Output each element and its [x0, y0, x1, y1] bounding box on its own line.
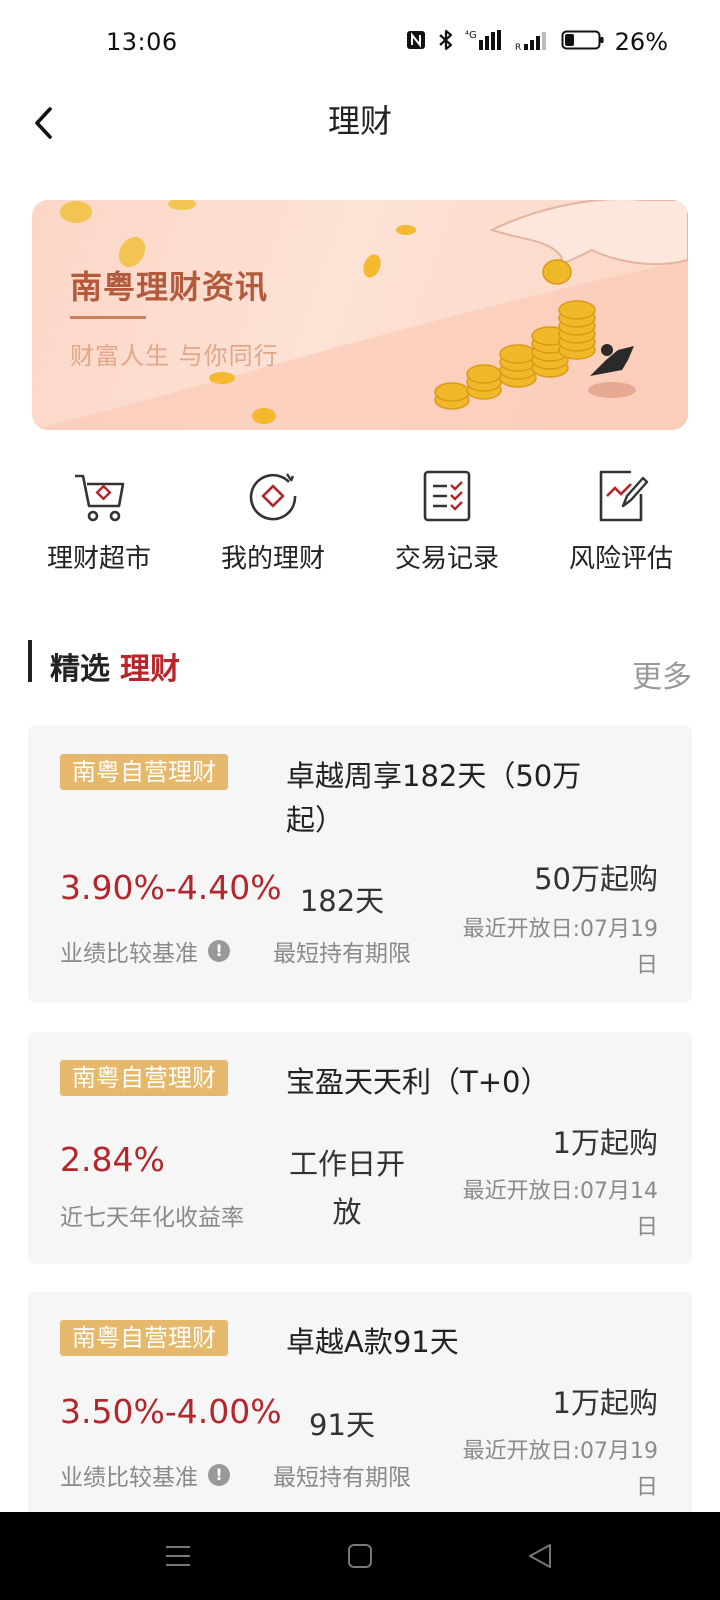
product-tag: 南粤自营理财: [60, 1320, 228, 1356]
section-marker: [28, 640, 32, 682]
bluetooth-icon: [437, 28, 455, 56]
svg-text:⁴G: ⁴G: [465, 30, 477, 41]
product-rate: 3.90%-4.40%: [60, 868, 282, 907]
app-header: 理财: [0, 90, 720, 190]
product-name: 卓越周享182天（50万起）: [286, 759, 582, 837]
product-tag: 南粤自营理财: [60, 754, 228, 790]
cart-icon: [75, 474, 125, 522]
term-label: 最短持有期限: [273, 1465, 411, 1491]
rate-label-text: 业绩比较基准: [60, 941, 198, 967]
signal-icon: R: [515, 28, 551, 56]
status-icons: ⁴G R 26%: [405, 28, 668, 56]
info-icon[interactable]: !: [208, 1464, 230, 1486]
banner-subtitle: 财富人生 与你同行: [70, 342, 279, 370]
target-icon: [249, 473, 297, 521]
battery-icon: [561, 28, 605, 56]
quick-nav-transactions[interactable]: 交易记录: [372, 466, 522, 576]
product-term: 182天: [299, 884, 385, 918]
min-purchase: 1万起购: [552, 1126, 658, 1160]
rate-label-text: 近七天年化收益率: [60, 1205, 244, 1231]
product-name: 宝盈天天利（T+0）: [286, 1065, 550, 1099]
quick-nav-my-finance[interactable]: 我的理财: [198, 466, 348, 576]
product-name: 卓越A款91天: [286, 1325, 459, 1359]
product-rate: 3.50%-4.00%: [60, 1392, 282, 1431]
4g-signal-icon: ⁴G: [465, 28, 505, 56]
quick-nav-label: 交易记录: [394, 544, 499, 574]
battery-percent: 26%: [614, 28, 668, 56]
quick-nav-label: 我的理财: [220, 544, 325, 574]
chart-edit-icon: [599, 470, 649, 522]
featured-section-header: 精选 理财 更多: [28, 640, 692, 700]
open-date: 最近开放日:07月19日: [462, 917, 658, 978]
banner-title: 南粤理财资讯: [70, 268, 269, 306]
svg-text:R: R: [515, 43, 521, 52]
nfc-icon: [405, 29, 427, 55]
min-purchase: 1万起购: [552, 1386, 658, 1420]
product-tag: 南粤自营理财: [60, 1060, 228, 1096]
status-time: 13:06: [106, 28, 178, 56]
product-card[interactable]: 南粤自营理财 卓越A款91天 3.50%-4.00% 业绩比较基准 ! 91天 …: [28, 1292, 692, 1532]
quick-nav-label: 理财超市: [46, 544, 151, 574]
info-icon[interactable]: !: [208, 940, 230, 962]
section-title-main: 精选: [50, 652, 110, 687]
banner-divider: [70, 316, 146, 319]
quick-nav-label: 风险评估: [568, 544, 673, 574]
home-icon[interactable]: [346, 1542, 374, 1570]
product-rate: 2.84%: [60, 1140, 165, 1179]
more-link[interactable]: 更多: [632, 652, 692, 696]
section-title-accent: 理财: [120, 652, 180, 687]
banner-illustration: [32, 200, 688, 430]
back-nav-icon[interactable]: [526, 1542, 554, 1570]
promo-banner[interactable]: 南粤理财资讯 财富人生 与你同行: [32, 200, 688, 430]
quick-nav-risk-assessment[interactable]: 风险评估: [546, 466, 696, 576]
rate-label-text: 业绩比较基准: [60, 1465, 198, 1491]
rate-label: 近七天年化收益率: [60, 1198, 244, 1232]
rate-label: 业绩比较基准 !: [60, 934, 230, 968]
product-term: 工作日开放: [288, 1147, 405, 1229]
min-purchase: 50万起购: [534, 862, 658, 896]
quick-nav-market[interactable]: 理财超市: [24, 466, 174, 576]
product-card[interactable]: 南粤自营理财 卓越周享182天（50万起） 3.90%-4.40% 业绩比较基准…: [28, 726, 692, 1002]
section-title: 精选 理财: [50, 644, 180, 688]
quick-nav: 理财超市 我的理财 交易记录 风险评估: [0, 466, 720, 576]
page-title: 理财: [327, 102, 392, 140]
status-bar: 13:06 ⁴G R 26%: [0, 0, 720, 90]
product-card[interactable]: 南粤自营理财 宝盈天天利（T+0） 2.84% 近七天年化收益率 工作日开放 1…: [28, 1032, 692, 1264]
open-date: 最近开放日:07月14日: [462, 1179, 658, 1240]
product-term: 91天: [309, 1408, 375, 1442]
term-label: 最短持有期限: [273, 941, 411, 967]
system-nav-bar: [0, 1512, 720, 1600]
open-date: 最近开放日:07月19日: [462, 1439, 658, 1500]
menu-icon[interactable]: [164, 1542, 192, 1570]
checklist-icon: [423, 470, 471, 522]
rate-label: 业绩比较基准 !: [60, 1458, 230, 1492]
